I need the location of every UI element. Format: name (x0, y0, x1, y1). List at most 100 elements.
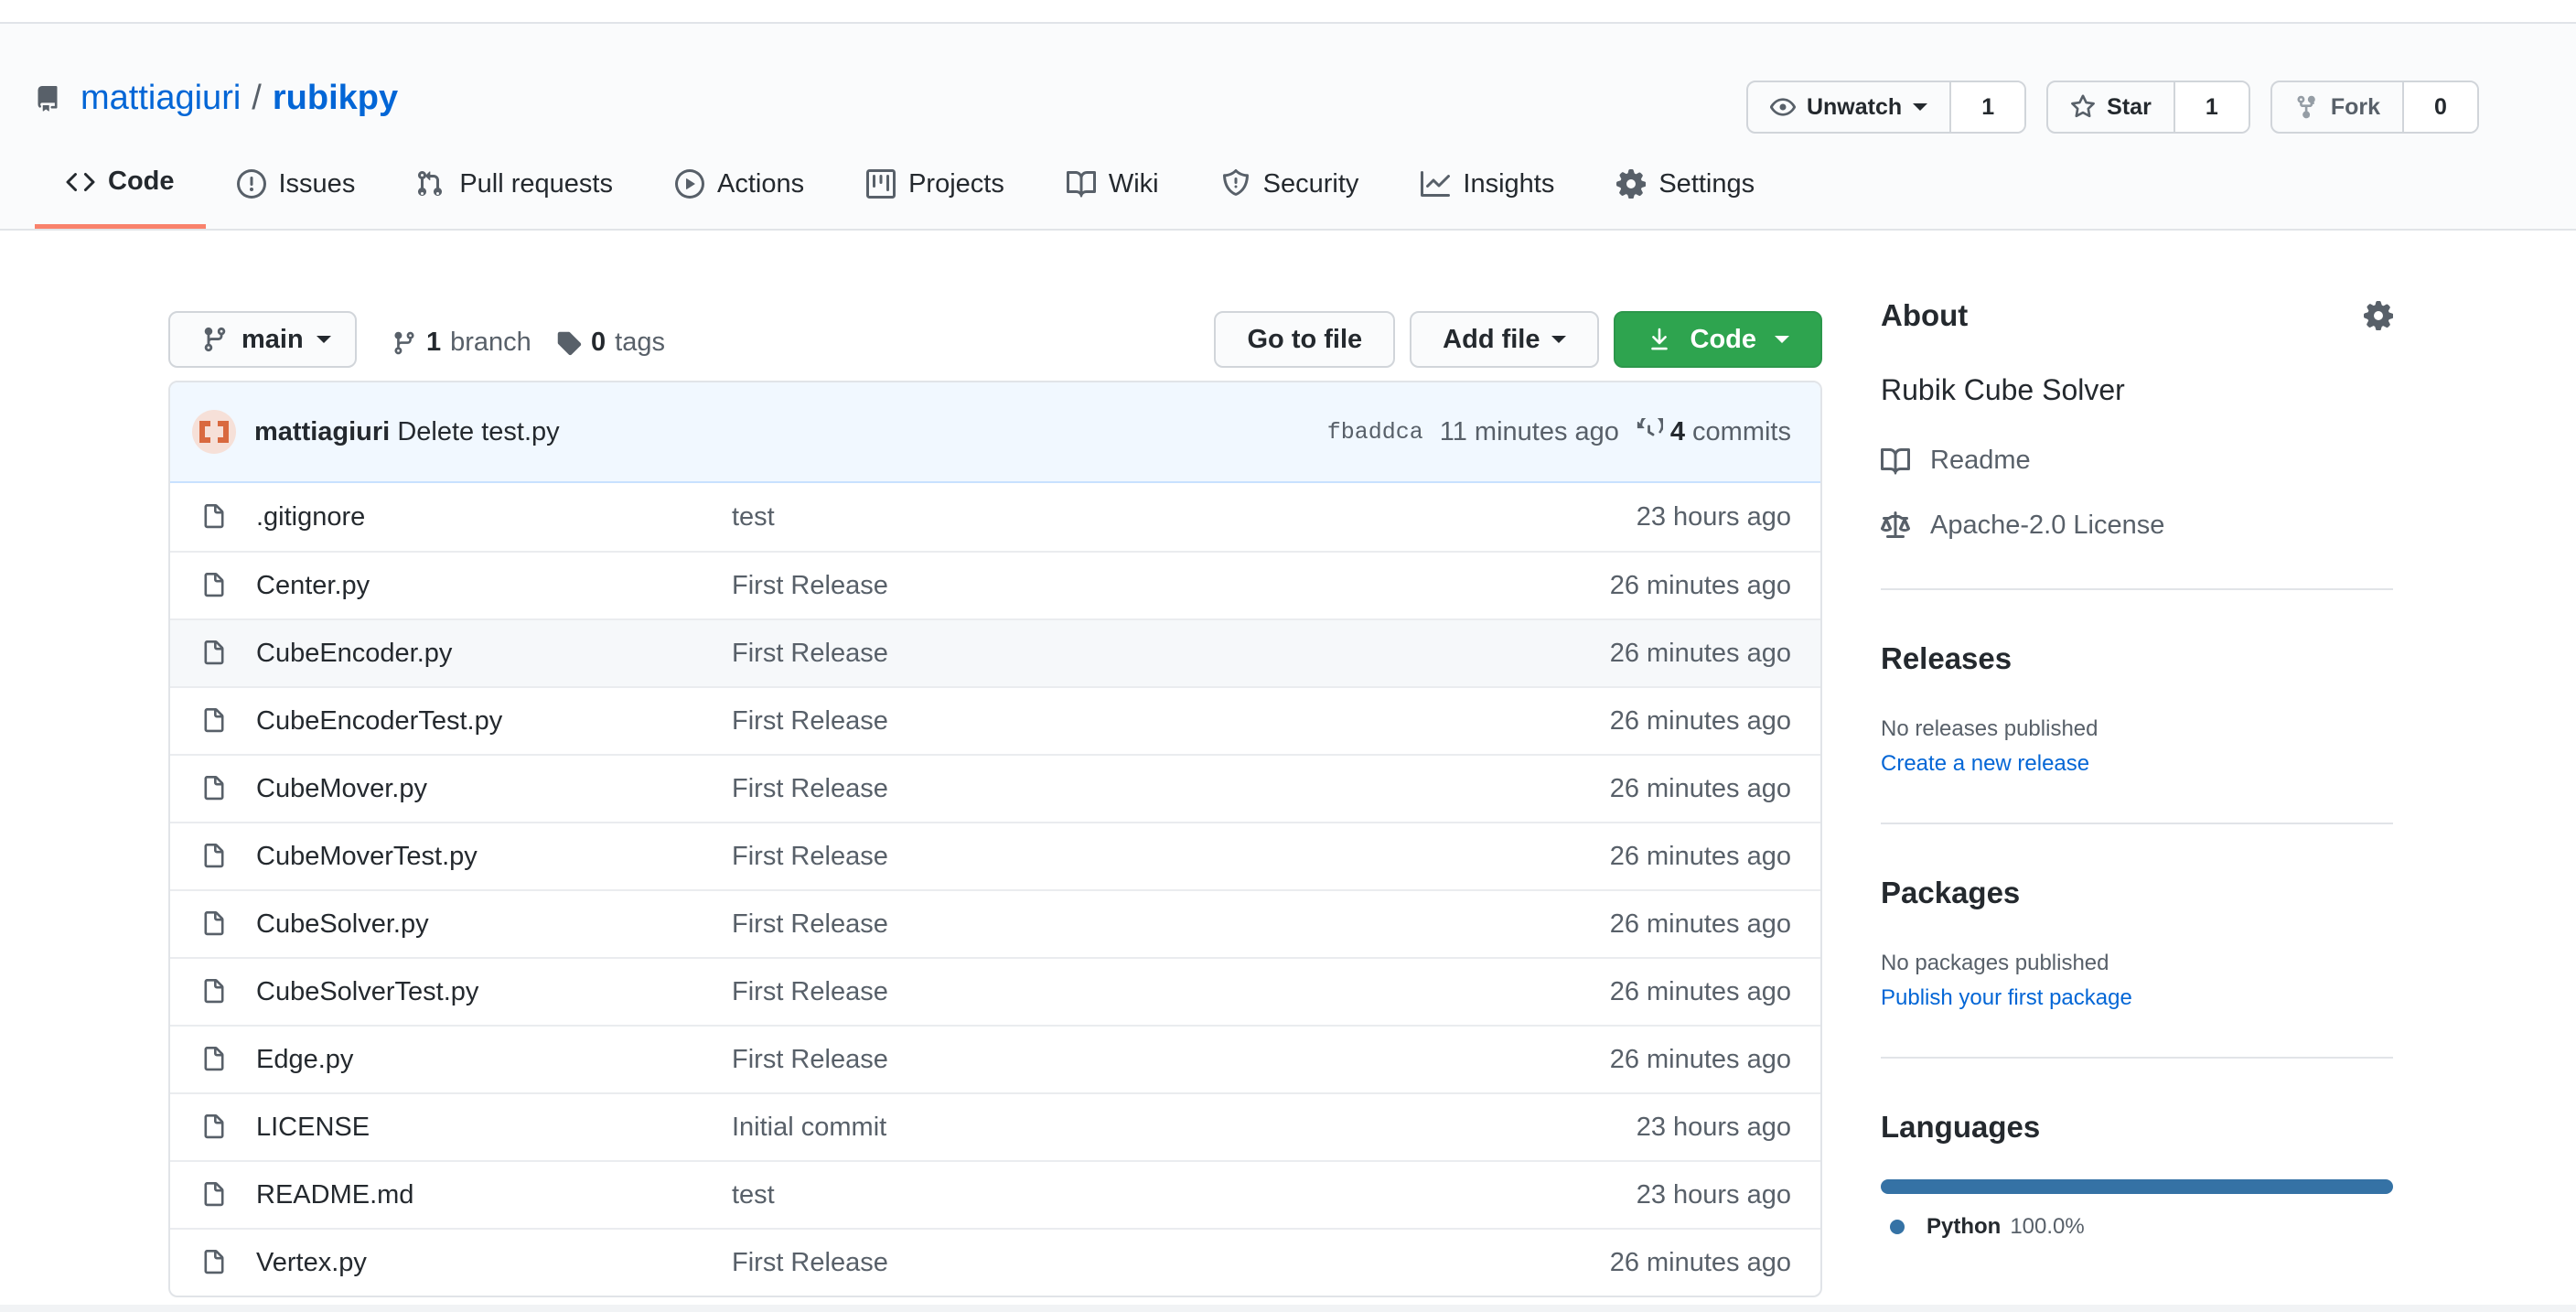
bottom-edge (0, 1305, 2576, 1312)
table-row[interactable]: CubeEncoder.py First Release 26 minutes ag… (170, 618, 1820, 686)
file-commit-message[interactable]: First Release (732, 1248, 1610, 1278)
graph-icon (1421, 171, 1451, 197)
table-row[interactable]: CubeMover.py First Release 26 minutes ago (170, 754, 1820, 822)
identicon-icon (199, 421, 229, 443)
file-commit-time: 26 minutes ago (1609, 976, 1791, 1006)
releases-title[interactable]: Releases (1881, 641, 2393, 676)
file-commit-message[interactable]: First Release (732, 639, 1610, 669)
tab-projects[interactable]: Projects (835, 139, 1036, 229)
file-name-link[interactable]: CubeEncoder.py (256, 639, 732, 669)
watch-count[interactable]: 1 (1951, 82, 2025, 132)
gear-icon (1616, 169, 1647, 199)
table-row[interactable]: Vertex.py First Release 26 minutes ago (170, 1228, 1820, 1296)
commit-sha[interactable]: fbaddca (1327, 419, 1423, 446)
code-icon (66, 172, 95, 191)
file-commit-message[interactable]: First Release (732, 909, 1610, 940)
star-button[interactable]: Star (2048, 82, 2175, 132)
tab-code[interactable]: Code (35, 139, 206, 229)
file-name-link[interactable]: README.md (256, 1180, 732, 1210)
file-commit-message[interactable]: test (732, 502, 1637, 532)
file-table: mattiagiuri Delete test.py fbaddca 11 mi… (168, 381, 1822, 1297)
commit-author[interactable]: mattiagiuri (254, 417, 390, 446)
file-commit-message[interactable]: First Release (732, 774, 1610, 804)
file-commit-message[interactable]: First Release (732, 842, 1610, 872)
file-name-link[interactable]: CubeSolverTest.py (256, 977, 732, 1007)
create-release-link[interactable]: Create a new release (1881, 751, 2393, 777)
tab-issues[interactable]: Issues (206, 139, 387, 229)
gear-icon[interactable] (2364, 301, 2393, 330)
packages-empty-text: No packages published (1881, 951, 2109, 975)
file-name-link[interactable]: Center.py (256, 571, 732, 601)
file-name-link[interactable]: CubeMover.py (256, 774, 732, 804)
tab-settings[interactable]: Settings (1585, 139, 1786, 229)
file-commit-message[interactable]: First Release (732, 571, 1610, 601)
table-row[interactable]: Edge.py First Release 26 minutes ago (170, 1025, 1820, 1092)
table-row[interactable]: Center.py First Release 26 minutes ago (170, 551, 1820, 618)
license-link[interactable]: Apache-2.0 License (1881, 511, 2393, 541)
tab-insights[interactable]: Insights (1390, 139, 1585, 229)
fork-button[interactable]: Fork (2272, 82, 2404, 132)
packages-title[interactable]: Packages (1881, 876, 2393, 910)
pull-request-icon (418, 170, 443, 197)
branch-icon (394, 331, 414, 354)
releases-empty-text: No releases published (1881, 716, 2098, 741)
file-commit-time: 23 hours ago (1636, 501, 1791, 532)
table-row[interactable]: .gitignore test 23 hours ago (170, 483, 1820, 551)
table-row[interactable]: CubeEncoderTest.py First Release 26 minute… (170, 686, 1820, 754)
branch-name: main (242, 324, 304, 354)
tab-pull-requests[interactable]: Pull requests (386, 139, 644, 229)
branches-link[interactable]: 1 branch (392, 328, 531, 358)
file-name-link[interactable]: CubeSolver.py (256, 909, 732, 940)
table-row[interactable]: README.md test 23 hours ago (170, 1160, 1820, 1228)
commit-meta: fbaddca 11 minutes ago 4 commits (1327, 417, 1791, 447)
languages-section: Languages Python 100.0% (1881, 1110, 2393, 1240)
commits-link[interactable]: 4 commits (1636, 417, 1791, 447)
code-download-button[interactable]: Code (1613, 311, 1822, 368)
file-name-link[interactable]: CubeEncoderTest.py (256, 706, 732, 737)
license-label: Apache-2.0 License (1930, 511, 2165, 540)
avatar[interactable] (192, 410, 236, 454)
tab-code-label: Code (108, 167, 175, 196)
table-row[interactable]: CubeSolverTest.py First Release 26 minutes… (170, 957, 1820, 1025)
tab-wiki[interactable]: Wiki (1036, 139, 1190, 229)
repo-nav: Code Issues Pull requests Actions Projec… (35, 139, 1786, 229)
file-icon (204, 979, 224, 1004)
repo-owner-link[interactable]: mattiagiuri (80, 79, 241, 118)
tab-security[interactable]: Security (1190, 139, 1390, 229)
file-commit-time: 26 minutes ago (1609, 1247, 1791, 1277)
publish-package-link[interactable]: Publish your first package (1881, 985, 2393, 1011)
branch-select-button[interactable]: main (168, 311, 357, 368)
file-name-link[interactable]: .gitignore (256, 502, 732, 532)
table-row[interactable]: CubeMoverTest.py First Release 26 minutes … (170, 822, 1820, 889)
add-file-button[interactable]: Add file (1410, 311, 1599, 368)
unwatch-button[interactable]: Unwatch (1748, 82, 1952, 132)
add-file-label: Add file (1443, 324, 1540, 354)
star-count[interactable]: 1 (2174, 82, 2249, 132)
language-legend-item[interactable]: Python 100.0% (1881, 1214, 2393, 1240)
table-row[interactable]: LICENSE Initial commit 23 hours ago (170, 1092, 1820, 1160)
code-button-label: Code (1690, 324, 1757, 354)
file-commit-message[interactable]: Initial commit (732, 1113, 1637, 1143)
go-to-file-button[interactable]: Go to file (1214, 311, 1396, 368)
tab-pull-requests-label: Pull requests (459, 168, 613, 199)
tab-actions[interactable]: Actions (644, 139, 835, 229)
commit-text[interactable]: Delete test.py (397, 417, 559, 446)
readme-link[interactable]: Readme (1881, 446, 2393, 476)
table-row[interactable]: CubeSolver.py First Release 26 minutes ago (170, 889, 1820, 957)
file-commit-message[interactable]: First Release (732, 706, 1610, 737)
file-commit-message[interactable]: First Release (732, 977, 1610, 1007)
repo-title: mattiagiuri / rubikpy (35, 79, 398, 118)
file-name-link[interactable]: CubeMoverTest.py (256, 842, 732, 872)
repo-name-link[interactable]: rubikpy (273, 79, 398, 118)
commit-count-label: commits (1692, 416, 1791, 446)
file-name-link[interactable]: Vertex.py (256, 1248, 732, 1278)
file-list: .gitignore test 23 hours ago Center.py First… (170, 483, 1820, 1296)
tags-link[interactable]: 0 tags (556, 328, 665, 358)
file-icon (204, 1047, 224, 1071)
fork-count[interactable]: 0 (2404, 82, 2477, 132)
file-commit-message[interactable]: test (732, 1180, 1637, 1210)
file-name-link[interactable]: Edge.py (256, 1045, 732, 1075)
file-name-link[interactable]: LICENSE (256, 1113, 732, 1143)
file-commit-message[interactable]: First Release (732, 1045, 1610, 1075)
file-navigation: main 1 branch 0 tags Go to file Add file… (168, 311, 1822, 371)
